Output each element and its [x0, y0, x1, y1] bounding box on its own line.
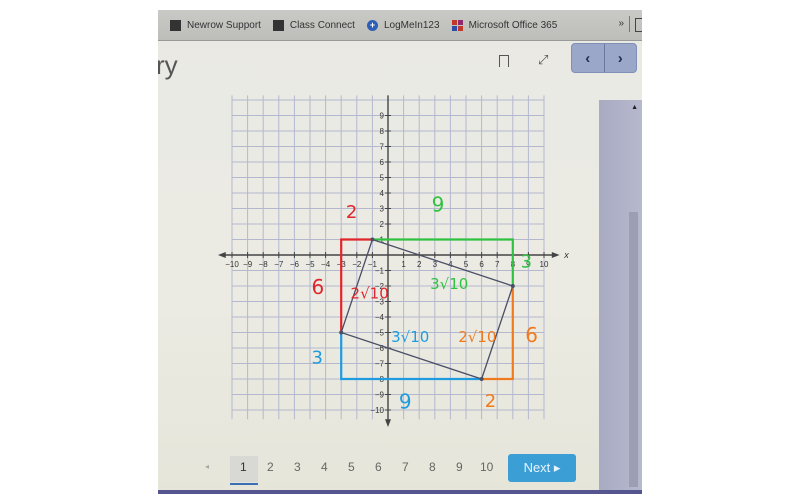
- x-tick-label: −8: [259, 260, 269, 269]
- vertex-point: [370, 237, 375, 242]
- blue-label-3: 3: [312, 348, 323, 369]
- x-tick-label: 7: [495, 260, 500, 269]
- green-label-3root10: 3√10: [430, 275, 468, 293]
- y-tick-label: 5: [380, 174, 385, 183]
- page-4-link[interactable]: 4: [321, 460, 328, 474]
- page-3-link[interactable]: 3: [294, 460, 301, 474]
- prev-page-button[interactable]: ◂: [205, 462, 209, 471]
- screen-photo: Newrow Support Class Connect + LogMeIn12…: [158, 10, 642, 494]
- page-1-link[interactable]: 1: [240, 460, 247, 474]
- vertex-point: [510, 284, 515, 288]
- x-axis-label: x: [563, 250, 569, 260]
- current-page-indicator: [230, 483, 258, 485]
- x-tick-label: −5: [305, 260, 315, 269]
- x-tick-label: −9: [243, 260, 253, 269]
- y-tick-label: 7: [380, 143, 385, 152]
- taskbar-edge: [158, 490, 642, 494]
- red-label-2: 2: [346, 202, 357, 223]
- orange-label-2: 2: [485, 391, 496, 412]
- page-2-link[interactable]: 2: [267, 460, 274, 474]
- blue-label-9: 9: [399, 389, 412, 413]
- y-tick-label: 4: [380, 189, 385, 198]
- blue-label-3root10: 3√10: [391, 328, 429, 346]
- red-label-6: 6: [312, 275, 325, 299]
- y-tick-label: 6: [380, 158, 385, 167]
- page-6-link[interactable]: 6: [375, 460, 382, 474]
- page-9-link[interactable]: 9: [456, 460, 463, 474]
- vertex-point: [479, 377, 484, 381]
- y-tick-label: 3: [380, 205, 385, 214]
- green-label-9: 9: [432, 193, 445, 217]
- x-axis-arrow-right: [551, 252, 560, 258]
- page-7-link[interactable]: 7: [402, 460, 409, 474]
- x-tick-label: −7: [274, 260, 284, 269]
- y-tick-label: −9: [375, 391, 385, 400]
- y-tick-label: 2: [380, 220, 385, 229]
- page-10-link[interactable]: 10: [480, 460, 493, 474]
- page-5-link[interactable]: 5: [348, 460, 355, 474]
- x-tick-label: −6: [290, 260, 300, 269]
- coordinate-graph: x−10 −9 −8 −7 −6 −5 −4 −3 −2 −1 1 2 3 4 5 6 7 8 9 109876543…: [217, 95, 569, 428]
- x-tick-label: −10: [225, 260, 239, 269]
- x-tick-label: 10: [540, 260, 549, 269]
- y-tick-label: −10: [370, 406, 384, 415]
- vertex-point: [339, 330, 344, 335]
- red-label-2root10: 2√10: [351, 284, 389, 302]
- green-label-3: 3: [521, 251, 532, 272]
- orange-label-2root10: 2√10: [458, 328, 496, 346]
- x-tick-label: −2: [352, 260, 362, 269]
- x-tick-label: 5: [464, 260, 469, 269]
- next-button[interactable]: Next ▸: [508, 454, 576, 482]
- y-axis-arrow-down: [385, 419, 391, 428]
- orange-label-6: 6: [525, 323, 538, 347]
- x-tick-label: 1: [401, 260, 406, 269]
- y-tick-label: −1: [375, 267, 385, 276]
- x-tick-label: 2: [417, 260, 422, 269]
- x-tick-label: −4: [321, 260, 331, 269]
- y-tick-label: −7: [375, 360, 385, 369]
- x-axis-arrow-left: [217, 252, 226, 258]
- y-tick-label: 8: [380, 127, 385, 136]
- pagination: ◂ 1 2 3 4 5 6 7 8 9 10 Next ▸: [158, 454, 642, 488]
- page-8-link[interactable]: 8: [429, 460, 436, 474]
- y-tick-label: −4: [375, 313, 385, 322]
- y-tick-label: 9: [380, 112, 385, 121]
- y-tick-label: −5: [375, 329, 385, 338]
- x-tick-label: 6: [479, 260, 484, 269]
